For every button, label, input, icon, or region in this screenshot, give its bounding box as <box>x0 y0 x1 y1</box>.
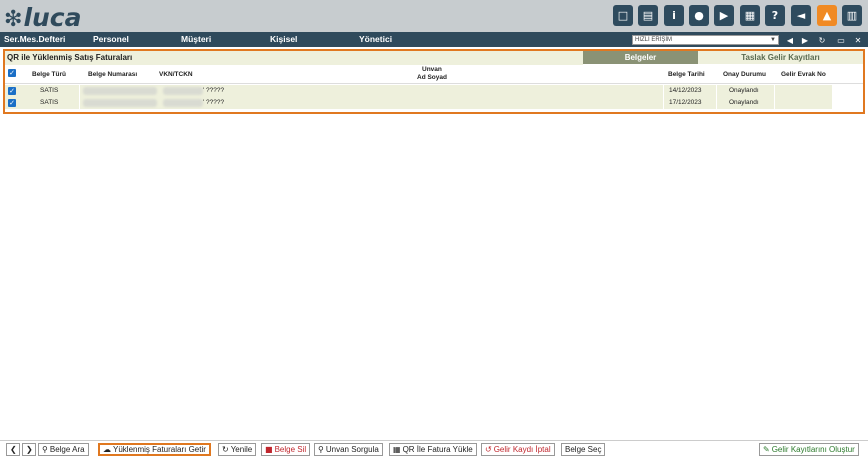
cell-unvan: ' ????? <box>203 87 225 94</box>
undo-icon: ↺ <box>485 445 492 454</box>
maximize-icon[interactable]: ▭ <box>836 35 846 45</box>
cell-unvan: ' ????? <box>203 99 225 106</box>
column-divider <box>716 85 717 97</box>
unvan-sorgula-button[interactable]: ⚲ Unvan Sorgula <box>314 443 383 456</box>
getir-label: Yüklenmiş Faturaları Getir <box>113 445 206 454</box>
tab-taslak-gelir-kayitlari[interactable]: Taslak Gelir Kayıtları <box>698 51 863 64</box>
tab-belgeler[interactable]: Belgeler <box>583 51 698 64</box>
iptal-label: Gelir Kaydı İptal <box>493 445 551 454</box>
col-vkn-tckn[interactable]: VKN/TCKN <box>159 71 193 78</box>
grid-header: ✓ Belge Türü Belge Numarası VKN/TCKN Unv… <box>5 65 863 84</box>
unvan-sorgula-label: Unvan Sorgula <box>325 445 379 454</box>
qr-code-icon: ▦ <box>393 445 401 454</box>
col-unvan[interactable]: Unvan <box>422 66 442 73</box>
column-divider <box>716 97 717 109</box>
belge-ara-label: Belge Ara <box>49 445 85 454</box>
quick-access-label: HIZLI ERİŞİM <box>635 37 673 43</box>
olustur-label: Gelir Kayıtlarını Oluştur <box>771 445 855 454</box>
col-onay-durumu[interactable]: Onay Durumu <box>723 71 766 78</box>
refresh-icon: ↻ <box>222 445 229 454</box>
app-header: ❇luca □ ▤ i ● ▶ ▦ ? ◄ ▲ ▥ <box>0 0 868 32</box>
column-divider <box>663 85 664 97</box>
column-divider <box>663 97 664 109</box>
belge-ara-button[interactable]: ⚲ Belge Ara <box>38 443 89 456</box>
manual-icon[interactable]: ▥ <box>842 5 862 26</box>
qr-fatura-yukle-button[interactable]: ▦ QR İle Fatura Yükle <box>389 443 477 456</box>
bell-icon[interactable]: ▲ <box>817 5 837 26</box>
help-icon[interactable]: ? <box>765 5 785 26</box>
book-icon[interactable]: ▤ <box>638 5 658 26</box>
column-divider <box>79 85 80 97</box>
col-gelir-evrak-no[interactable]: Gelir Evrak No <box>781 71 826 78</box>
menu-kisisel[interactable]: Kişisel <box>270 34 297 44</box>
note-icon[interactable]: □ <box>613 5 633 26</box>
col-belge-numarasi[interactable]: Belge Numarası <box>88 71 137 78</box>
belge-sec-button[interactable]: Belge Seç <box>561 443 606 456</box>
forward-icon[interactable]: ▶ <box>800 35 810 45</box>
cell-belge-turu: SATIS <box>40 87 59 94</box>
redacted-vkn <box>163 99 203 107</box>
chevron-down-icon: ▼ <box>770 37 776 43</box>
qr-yukle-label: QR İle Fatura Yükle <box>402 445 473 454</box>
close-icon[interactable]: ✕ <box>853 35 863 45</box>
trash-icon: ■ <box>265 445 273 454</box>
col-belge-tarihi[interactable]: Belge Tarihi <box>668 71 705 78</box>
table-row[interactable]: ✓ SATIS ' ????? 14/12/2023 Onaylandı <box>5 85 832 97</box>
panel-title: QR ile Yüklenmiş Satış Faturaları <box>5 51 583 65</box>
globe-icon[interactable]: ● <box>689 5 709 26</box>
row-checkbox[interactable]: ✓ <box>8 99 16 107</box>
gelir-kaydi-iptal-button[interactable]: ↺ Gelir Kaydı İptal <box>481 443 555 456</box>
redacted-belge-numarasi <box>83 99 157 107</box>
edit-icon: ✎ <box>763 445 770 454</box>
logo-text: luca <box>23 3 82 32</box>
cell-belge-turu: SATIS <box>40 99 59 106</box>
belge-sil-label: Belge Sil <box>274 445 307 454</box>
col-belge-turu[interactable]: Belge Türü <box>32 71 66 78</box>
redacted-vkn <box>163 87 203 95</box>
refresh-icon[interactable]: ↻ <box>817 35 827 45</box>
redacted-belge-numarasi <box>83 87 157 95</box>
cell-belge-tarihi: 17/12/2023 <box>669 99 702 106</box>
cloud-icon: ☁ <box>103 445 111 454</box>
prev-page-button[interactable]: ❮ <box>6 443 20 456</box>
next-page-button[interactable]: ❯ <box>22 443 36 456</box>
back-icon[interactable]: ◀ <box>785 35 795 45</box>
bottom-toolbar: ❮ ❯ ⚲ Belge Ara ☁ Yüklenmiş Faturaları Get… <box>0 440 868 457</box>
menu-musteri[interactable]: Müşteri <box>181 34 211 44</box>
quick-access-select[interactable]: HIZLI ERİŞİM ▼ <box>632 35 779 45</box>
cell-unvan-text: ????? <box>206 87 225 94</box>
gelir-kayitlarini-olustur-button[interactable]: ✎ Gelir Kayıtlarını Oluştur <box>759 443 859 456</box>
search-icon: ⚲ <box>42 445 48 454</box>
menu-yonetici[interactable]: Yönetici <box>359 34 392 44</box>
cell-belge-tarihi: 14/12/2023 <box>669 87 702 94</box>
col-ad-soyad[interactable]: Ad Soyad <box>417 74 447 81</box>
cell-onay-durumu: Onaylandı <box>729 87 759 94</box>
megaphone-icon[interactable]: ◄ <box>791 5 811 26</box>
menu-personel[interactable]: Personel <box>93 34 129 44</box>
menu-ser-mes-defteri[interactable]: Ser.Mes.Defteri <box>4 34 65 44</box>
youtube-icon[interactable]: ▶ <box>714 5 734 26</box>
yuklenmis-faturalari-getir-button[interactable]: ☁ Yüklenmiş Faturaları Getir <box>98 443 211 456</box>
logo-mark-icon: ❇ <box>4 7 23 32</box>
cell-unvan-text: ????? <box>206 99 225 106</box>
row-checkbox[interactable]: ✓ <box>8 87 16 95</box>
cell-onay-durumu: Onaylandı <box>729 99 759 106</box>
yenile-button[interactable]: ↻ Yenile <box>218 443 257 456</box>
luca-logo[interactable]: ❇luca <box>4 3 82 32</box>
column-divider <box>774 85 775 97</box>
search-icon: ⚲ <box>318 445 324 454</box>
select-all-checkbox[interactable]: ✓ <box>8 69 16 77</box>
table-row[interactable]: ✓ SATIS ' ????? 17/12/2023 Onaylandı <box>5 97 832 109</box>
sales-invoices-panel: QR ile Yüklenmiş Satış Faturaları Belgel… <box>3 49 865 114</box>
column-divider <box>79 97 80 109</box>
belge-sil-button[interactable]: ■ Belge Sil <box>261 443 311 456</box>
info-icon[interactable]: i <box>664 5 684 26</box>
calculator-icon[interactable]: ▦ <box>740 5 760 26</box>
column-divider <box>774 97 775 109</box>
yenile-label: Yenile <box>230 445 253 454</box>
